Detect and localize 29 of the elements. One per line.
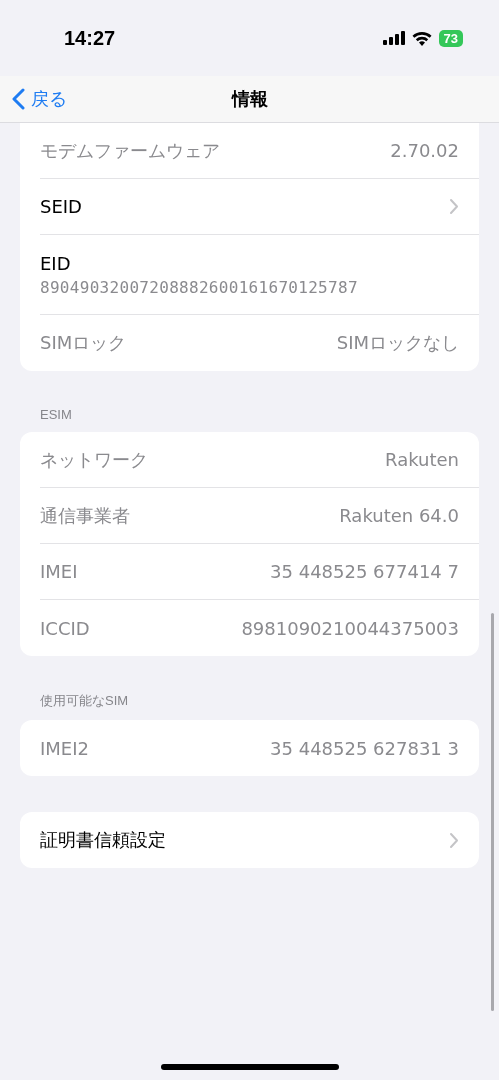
row-value: SIMロックなし [336, 331, 459, 355]
row-label: ネットワーク [40, 447, 148, 472]
row-value: 35 448525 677414 7 [270, 561, 459, 582]
back-chevron-icon [12, 88, 25, 110]
section-header: 使用可能なSIM [39, 692, 130, 710]
wifi-icon [411, 30, 432, 46]
row-label: 通信事業者 [40, 503, 130, 528]
chevron-icon[interactable] [449, 831, 459, 849]
back-button[interactable]: 戻る [12, 87, 67, 111]
nav-title: 情報 [231, 87, 268, 111]
row-value: Rakuten 64.0 [339, 505, 459, 526]
row-label[interactable]: SEID [40, 196, 82, 217]
row-value: Rakuten [385, 449, 459, 470]
row-value: 89049032007208882600161670125787 [40, 277, 358, 297]
signal-icon [382, 31, 405, 45]
chevron-icon[interactable] [449, 198, 459, 215]
row-label: IMEI2 [40, 737, 89, 759]
section-header: ESIM [39, 407, 73, 424]
row-label: SIMロック [40, 331, 127, 355]
row-label[interactable]: 証明書信頼設定 [40, 828, 166, 852]
row-value: 8981090210044375003 [241, 617, 459, 639]
row-label: ICCID [40, 617, 90, 639]
row-label: IMEI [40, 561, 78, 582]
status-time: 14:27 [64, 26, 116, 50]
battery-level: 73 [438, 29, 463, 47]
row-label: モデムファームウェア [40, 138, 220, 163]
row-value: 2.70.02 [390, 140, 459, 161]
row-label: EID [40, 252, 71, 274]
row-value: 35 448525 627831 3 [270, 737, 459, 759]
